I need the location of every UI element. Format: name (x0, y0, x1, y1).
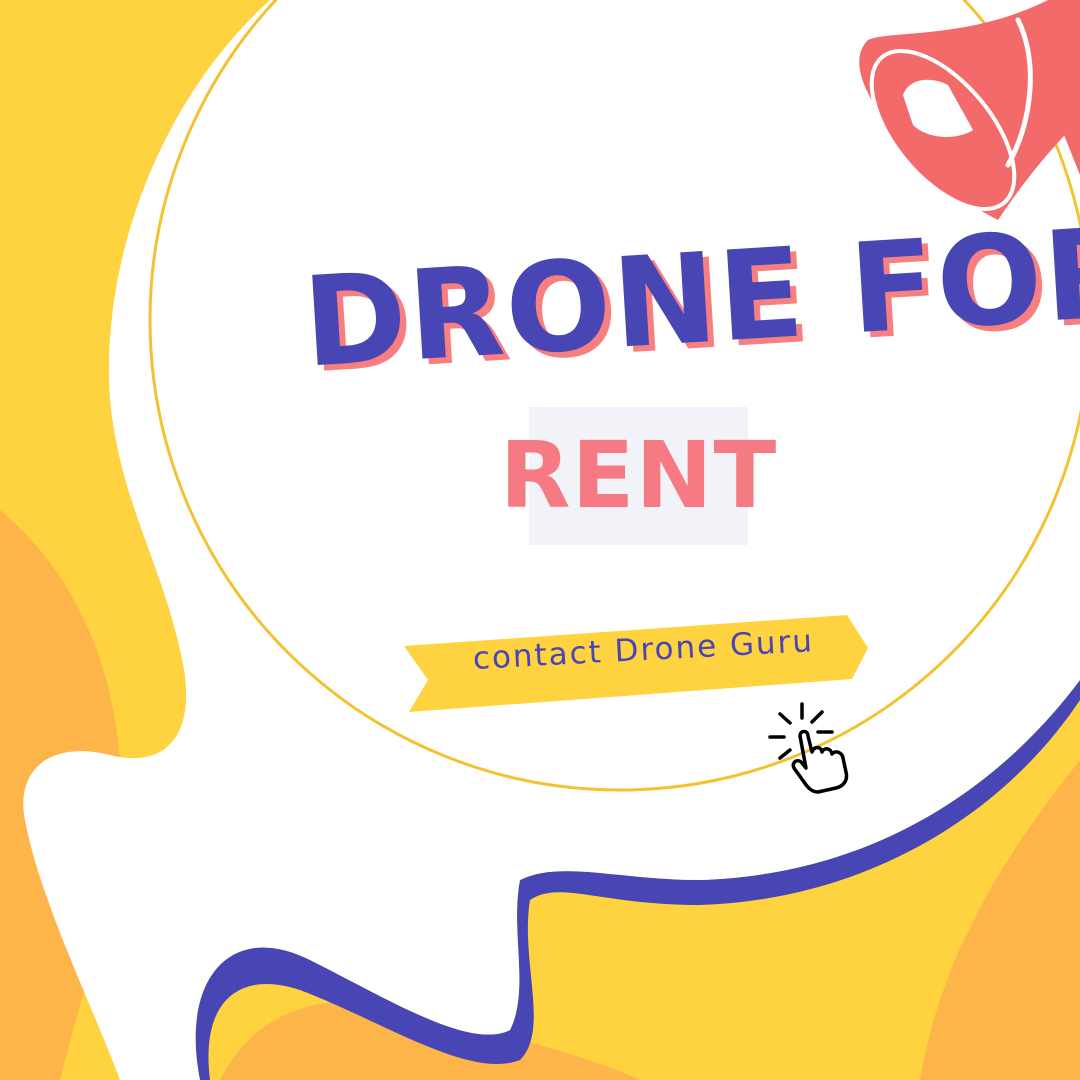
headline-text: DRONE FOR (299, 200, 1080, 396)
pointer-click-icon[interactable] (766, 700, 862, 794)
highlight-text: RENT (499, 422, 778, 529)
highlight-box: RENT (500, 407, 776, 545)
megaphone-icon (848, 0, 1080, 225)
